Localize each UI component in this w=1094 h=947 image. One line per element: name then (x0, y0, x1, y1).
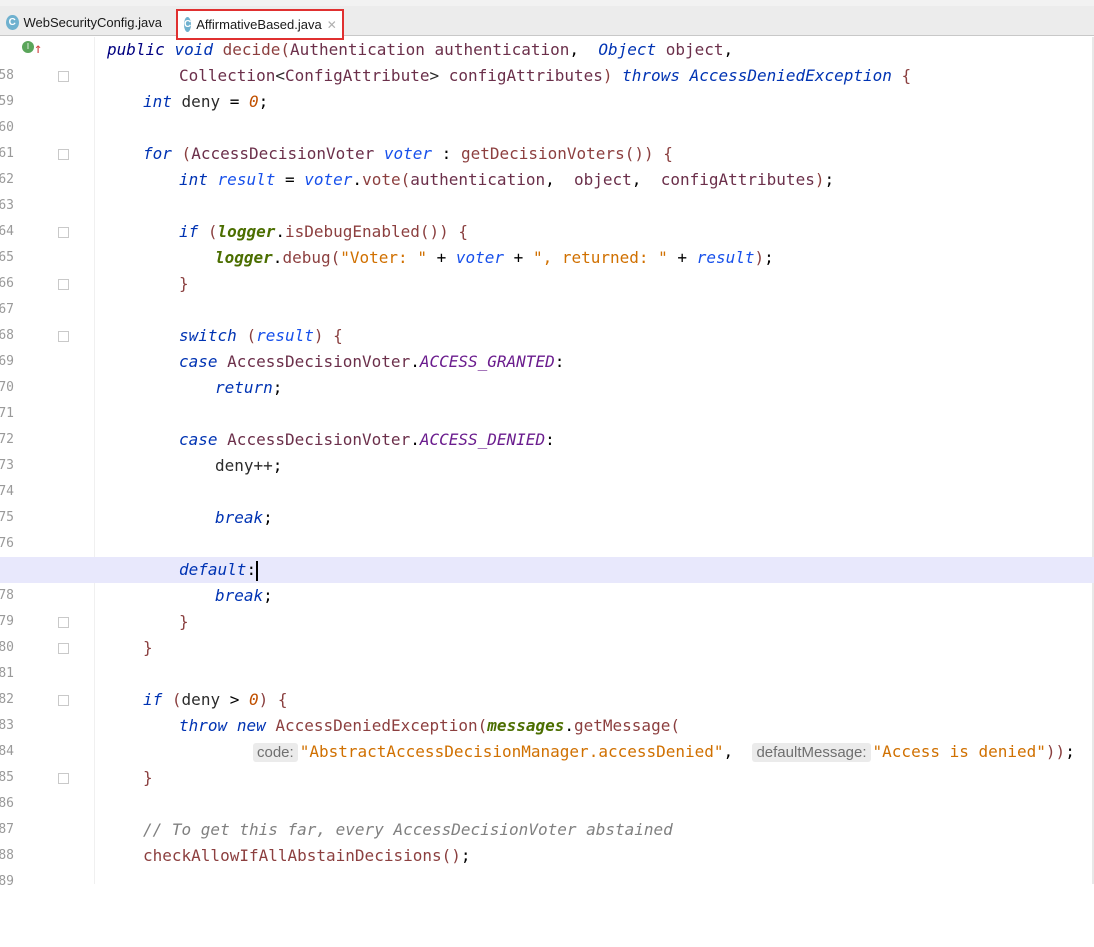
class-icon: C (6, 14, 19, 30)
code-line: 87 (0, 791, 1094, 837)
current-code-line: 78 default: (0, 557, 1094, 603)
code-line: 66 logger.debug("Voter: " + voter + ", r… (0, 245, 1094, 291)
line-number: 89 (0, 874, 14, 889)
tab-websecurityconfig[interactable]: C WebSecurityConfig.java (0, 8, 168, 36)
fold-marker-icon[interactable] (58, 643, 69, 654)
code-line: 61 (0, 115, 1094, 161)
fold-marker-icon[interactable] (58, 71, 69, 82)
fold-marker-icon[interactable] (58, 331, 69, 342)
implements-icon[interactable]: I (22, 41, 34, 53)
code-line: 63 int result = voter.vote(authenticatio… (0, 167, 1094, 213)
code-line: 72 (0, 401, 1094, 447)
code-line: 89 checkAllowIfAllAbstainDecisions(); (0, 843, 1094, 889)
fold-marker-icon[interactable] (58, 279, 69, 290)
code-line: 83 if (deny > 0) { (0, 687, 1094, 733)
code-line: 70 case AccessDecisionVoter.ACCESS_GRANT… (0, 349, 1094, 395)
code-line: 73 case AccessDecisionVoter.ACCESS_DENIE… (0, 427, 1094, 473)
fold-marker-icon[interactable] (58, 149, 69, 160)
code-line: 58 I ↑ public void decide(Authentication… (0, 36, 1094, 83)
fold-marker-icon[interactable] (58, 773, 69, 784)
parameter-hint: defaultMessage: (752, 743, 871, 762)
text-caret (256, 560, 259, 581)
code-line: 68 (0, 297, 1094, 343)
tab-affirmativebased[interactable]: C AffirmativeBased.java ✕ (176, 9, 344, 40)
code-editor[interactable]: 58 I ↑ public void decide(Authentication… (0, 36, 1094, 889)
code-line: 79 break; (0, 583, 1094, 629)
code-line: 59 Collection<ConfigAttribute> configAtt… (0, 63, 1094, 109)
tab-label: WebSecurityConfig.java (23, 14, 163, 30)
code-line: 77 (0, 531, 1094, 577)
override-arrow-icon[interactable]: ↑ (34, 36, 42, 62)
code-line: 86 } (0, 765, 1094, 811)
close-icon[interactable]: ✕ (327, 18, 337, 32)
editor-tab-bar: C WebSecurityConfig.java C AffirmativeBa… (0, 6, 1094, 40)
code-line: 80 } (0, 609, 1094, 655)
code-line: 75 (0, 479, 1094, 525)
code-line: 62 for (AccessDecisionVoter voter : getD… (0, 141, 1094, 187)
code-line: 74 deny++; (0, 453, 1094, 499)
fold-marker-icon[interactable] (58, 695, 69, 706)
code-line: 82 (0, 661, 1094, 707)
tab-label: AffirmativeBased.java (196, 17, 322, 32)
fold-marker-icon[interactable] (58, 227, 69, 238)
code-line: 85 code: "AbstractAccessDecisionManager.a… (0, 739, 1094, 785)
code-line: 64 (0, 193, 1094, 239)
code-line: 71 return; (0, 375, 1094, 421)
parameter-hint: code: (253, 743, 298, 762)
code-line: 81 } (0, 635, 1094, 681)
code-line: 84 throw new AccessDeniedException(messa… (0, 713, 1094, 759)
code-line: 67 } (0, 271, 1094, 317)
code-line: 69 switch (result) { (0, 323, 1094, 369)
code-line: 60 int deny = 0; (0, 89, 1094, 135)
code-line: 76 break; (0, 505, 1094, 551)
code-line: 88 // To get this far, every AccessDecis… (0, 817, 1094, 863)
class-icon: C (184, 17, 192, 32)
code-line: 65 if (logger.isDebugEnabled()) { (0, 219, 1094, 265)
fold-marker-icon[interactable] (58, 617, 69, 628)
